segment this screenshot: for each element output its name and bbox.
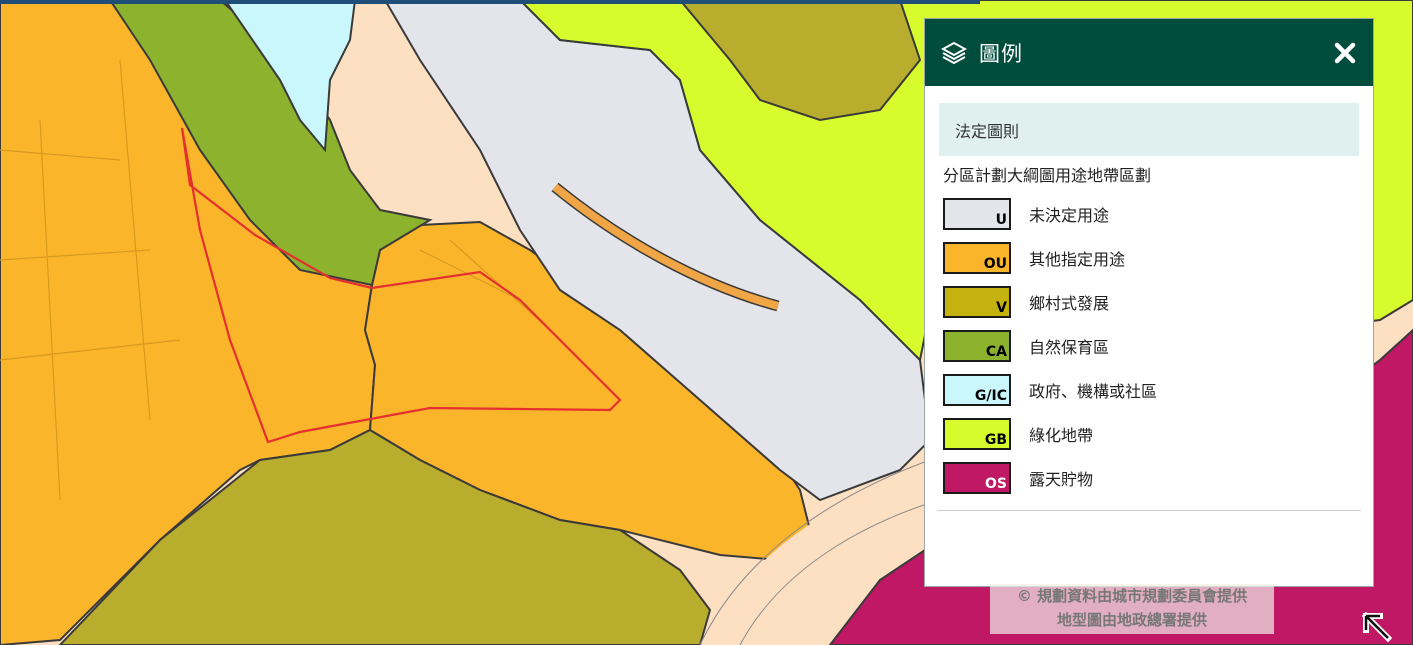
legend-code: OU <box>983 256 1007 272</box>
legend-item: CA 自然保育區 <box>939 324 1359 368</box>
legend-panel: 圖例 法定圖則 分區計劃大綱圖用途地帶區劃 U 未決定用途 OU 其他指定用途 V 鄉村式… <box>924 18 1374 587</box>
legend-swatch: GB <box>943 418 1011 450</box>
map-attribution: © 規劃資料由城市規劃委員會提供 地型圖由地政總署提供 <box>990 584 1274 634</box>
legend-item: V 鄉村式發展 <box>939 280 1359 324</box>
legend-item: G/IC 政府、機構或社區 <box>939 368 1359 412</box>
legend-item: OU 其他指定用途 <box>939 236 1359 280</box>
expand-arrow-icon[interactable] <box>1360 610 1394 644</box>
legend-label: 自然保育區 <box>1029 338 1110 357</box>
legend-item: U 未決定用途 <box>939 192 1359 236</box>
legend-swatch: CA <box>943 330 1011 362</box>
legend-code: OS <box>985 476 1007 492</box>
legend-code: CA <box>985 344 1007 360</box>
top-accent-bar <box>0 0 980 4</box>
legend-label: 政府、機構或社區 <box>1029 382 1158 401</box>
legend-code: G/IC <box>974 388 1007 404</box>
attribution-line-2: 地型圖由地政總署提供 <box>1056 611 1207 629</box>
legend-header: 圖例 <box>925 19 1373 86</box>
legend-code: U <box>995 212 1007 228</box>
legend-items: U 未決定用途 OU 其他指定用途 V 鄉村式發展 CA 自然保育區 G/IC 政府、機構或社區 G… <box>939 192 1359 500</box>
legend-subtitle: 分區計劃大綱圖用途地帶區劃 <box>943 166 1152 185</box>
legend-section: 法定圖則 <box>939 103 1359 156</box>
legend-label: 綠化地帶 <box>1029 426 1094 445</box>
legend-swatch: OU <box>943 242 1011 274</box>
legend-item: OS 露天貯物 <box>939 456 1359 500</box>
legend-body: 法定圖則 分區計劃大綱圖用途地帶區劃 U 未決定用途 OU 其他指定用途 V 鄉村式發展 C… <box>925 86 1373 500</box>
legend-divider <box>937 510 1361 511</box>
legend-item: GB 綠化地帶 <box>939 412 1359 456</box>
legend-swatch: OS <box>943 462 1011 494</box>
legend-swatch: G/IC <box>943 374 1011 406</box>
legend-title: 圖例 <box>979 41 1023 66</box>
legend-label: 其他指定用途 <box>1029 250 1126 269</box>
legend-label: 未決定用途 <box>1029 206 1110 225</box>
legend-label: 鄉村式發展 <box>1029 294 1110 313</box>
legend-code: V <box>996 300 1007 316</box>
close-icon[interactable] <box>1333 41 1357 65</box>
legend-swatch: V <box>943 286 1011 318</box>
attribution-line-1: © 規劃資料由城市規劃委員會提供 <box>1016 587 1248 605</box>
legend-label: 露天貯物 <box>1029 470 1094 489</box>
legend-code: GB <box>984 432 1007 448</box>
legend-swatch: U <box>943 198 1011 230</box>
layers-icon <box>941 41 967 64</box>
